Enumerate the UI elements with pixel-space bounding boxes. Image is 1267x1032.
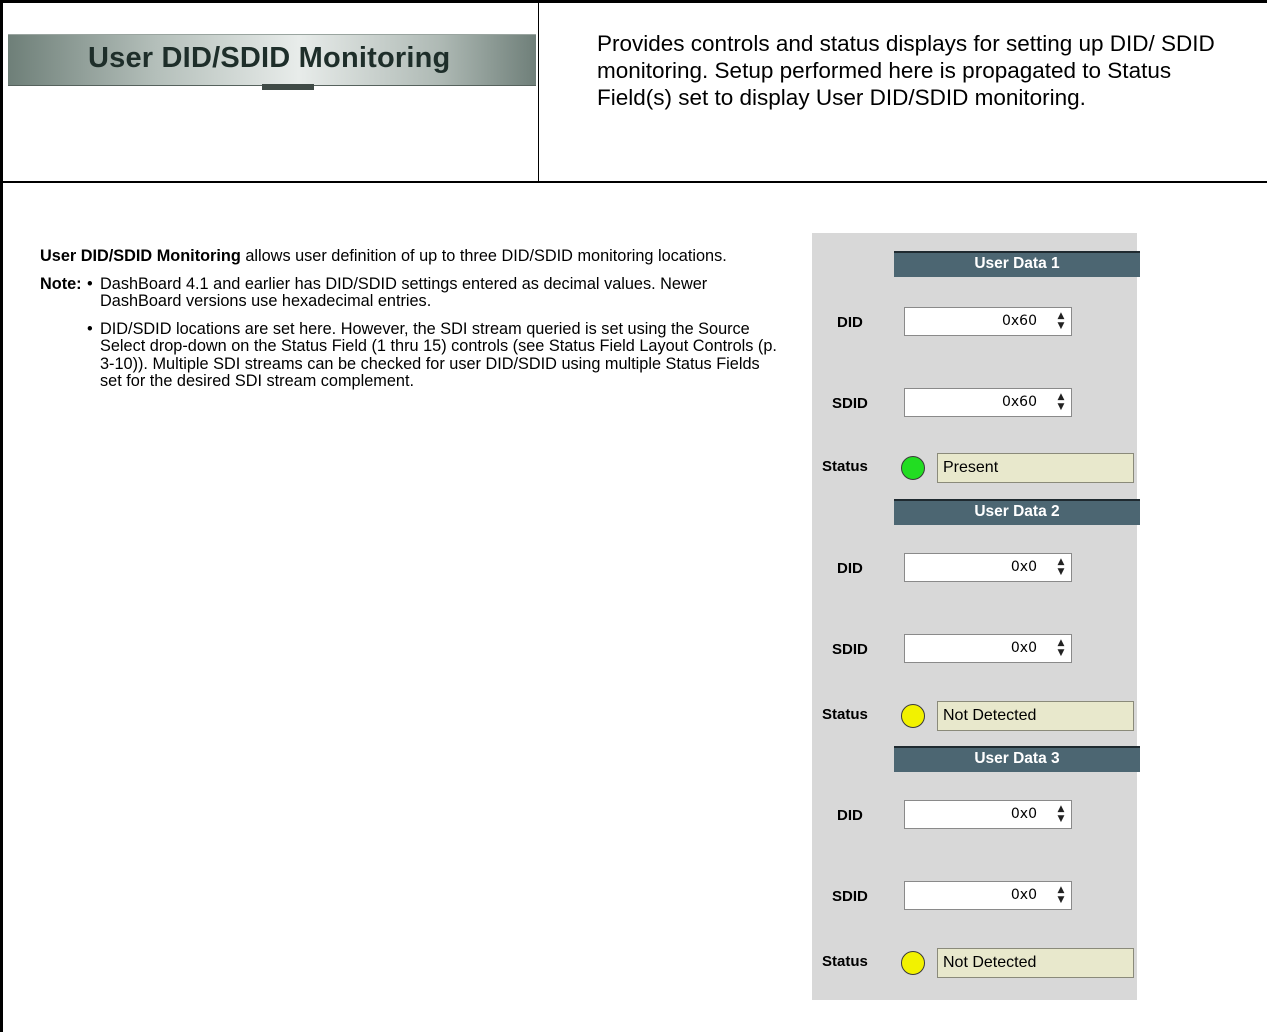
user-data-1-header: User Data 1: [894, 251, 1140, 277]
did-value: 0x0: [1010, 559, 1037, 575]
user-data-2-sdid-spinner[interactable]: 0x0 ▲ ▼: [904, 634, 1072, 663]
bullet-dot: •: [87, 274, 93, 293]
row-divider: [0, 181, 1267, 183]
note-block: Note: • DashBoard 4.1 and earlier has DI…: [40, 274, 780, 391]
spinner-arrows[interactable]: ▲ ▼: [1054, 392, 1068, 413]
spinner-down-icon[interactable]: ▼: [1054, 321, 1068, 331]
page-title: User DID/SDID Monitoring: [88, 42, 451, 74]
body-text: User DID/SDID Monitoring allows user def…: [40, 247, 780, 401]
did-label: DID: [837, 314, 863, 331]
spinner-down-icon[interactable]: ▼: [1054, 402, 1068, 412]
sdid-label: SDID: [832, 641, 868, 658]
user-data-1-did-spinner[interactable]: 0x60 ▲ ▼: [904, 307, 1072, 336]
spinner-up-icon[interactable]: ▲: [1054, 392, 1068, 402]
note-label: Note:: [40, 274, 82, 293]
status-led-icon: [901, 456, 925, 480]
spinner-up-icon[interactable]: ▲: [1054, 638, 1068, 648]
sdid-value: 0x0: [1010, 640, 1037, 656]
user-data-3-did-spinner[interactable]: 0x0 ▲ ▼: [904, 800, 1072, 829]
spinner-arrows[interactable]: ▲ ▼: [1054, 311, 1068, 332]
did-value: 0x60: [1001, 313, 1037, 329]
bullet-dot: •: [87, 319, 93, 338]
user-data-1-status: Present: [937, 453, 1134, 483]
intro-rest: allows user definition of up to three DI…: [240, 247, 727, 265]
user-data-3-sdid-spinner[interactable]: 0x0 ▲ ▼: [904, 881, 1072, 910]
user-data-2-header: User Data 2: [894, 499, 1140, 525]
status-led-icon: [901, 704, 925, 728]
spinner-arrows[interactable]: ▲ ▼: [1054, 885, 1068, 906]
status-label: Status: [822, 458, 868, 475]
user-data-3-header: User Data 3: [894, 746, 1140, 772]
spinner-arrows[interactable]: ▲ ▼: [1054, 638, 1068, 659]
did-label: DID: [837, 560, 863, 577]
did-value: 0x0: [1010, 806, 1037, 822]
user-data-3-status: Not Detected: [937, 948, 1134, 978]
spinner-arrows[interactable]: ▲ ▼: [1054, 804, 1068, 825]
user-data-2-did-spinner[interactable]: 0x0 ▲ ▼: [904, 553, 1072, 582]
spinner-up-icon[interactable]: ▲: [1054, 804, 1068, 814]
sdid-label: SDID: [832, 888, 868, 905]
dashboard-panel: User Data 1 DID 0x60 ▲ ▼ SDID 0x60 ▲ ▼ Sta…: [812, 233, 1140, 1000]
note-bullet-2: • DID/SDID locations are set here. Howev…: [87, 319, 780, 391]
spinner-up-icon[interactable]: ▲: [1054, 885, 1068, 895]
did-label: DID: [837, 807, 863, 824]
user-data-1-sdid-spinner[interactable]: 0x60 ▲ ▼: [904, 388, 1072, 417]
status-label: Status: [822, 706, 868, 723]
note-bullet-text: DashBoard 4.1 and earlier has DID/SDID s…: [100, 274, 708, 310]
description-text: Provides controls and status displays fo…: [597, 31, 1215, 110]
title-banner: User DID/SDID Monitoring: [8, 34, 536, 86]
status-label: Status: [822, 953, 868, 970]
spinner-arrows[interactable]: ▲ ▼: [1054, 557, 1068, 578]
spinner-up-icon[interactable]: ▲: [1054, 557, 1068, 567]
sdid-value: 0x0: [1010, 887, 1037, 903]
spinner-down-icon[interactable]: ▼: [1054, 895, 1068, 905]
spinner-down-icon[interactable]: ▼: [1054, 567, 1068, 577]
sdid-label: SDID: [832, 395, 868, 412]
note-bullet-text: DID/SDID locations are set here. However…: [100, 319, 777, 390]
sdid-value: 0x60: [1001, 394, 1037, 410]
spinner-up-icon[interactable]: ▲: [1054, 311, 1068, 321]
status-led-icon: [901, 951, 925, 975]
column-divider: [538, 0, 539, 182]
spinner-down-icon[interactable]: ▼: [1054, 648, 1068, 658]
intro-paragraph: User DID/SDID Monitoring allows user def…: [40, 247, 780, 266]
user-data-2-status: Not Detected: [937, 701, 1134, 731]
spinner-down-icon[interactable]: ▼: [1054, 814, 1068, 824]
note-bullet-1: • DashBoard 4.1 and earlier has DID/SDID…: [87, 274, 780, 311]
title-banner-tab: [262, 84, 314, 90]
intro-bold: User DID/SDID Monitoring: [40, 247, 241, 265]
